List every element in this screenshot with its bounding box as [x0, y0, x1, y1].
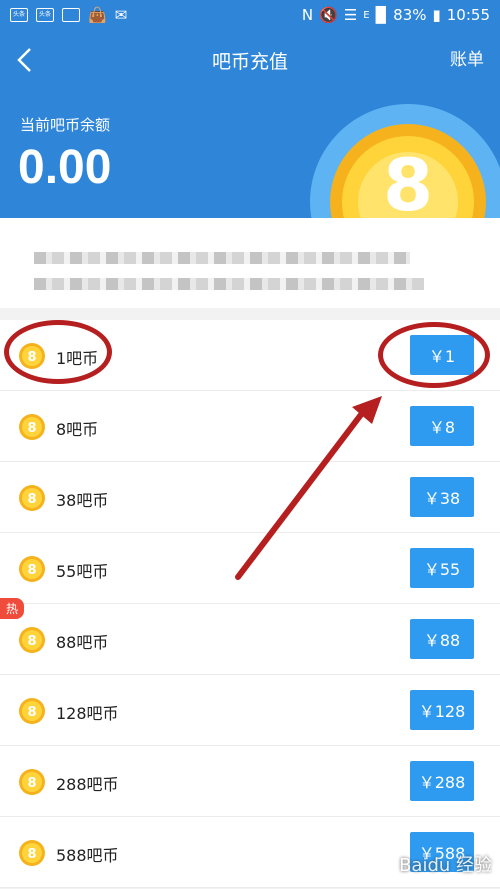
status-bar: 头条 头条 👜 ✉ N 🔇 ☰ E ▉ 83% ▮ 10:55 [0, 0, 500, 30]
annotation-circle [4, 320, 112, 384]
coin-icon: 8 [19, 414, 45, 440]
coin-icon: 8 [19, 556, 45, 582]
blurred-text [34, 278, 424, 290]
package-list: 8 1吧币 ￥1 8 8吧币 ￥8 8 38吧币 ￥38 8 55吧币 ￥55 热 8 88吧币 ￥88 8 12… [0, 320, 500, 888]
list-item: 8 128吧币 ￥128 [0, 675, 500, 746]
coin-icon: 8 [19, 840, 45, 866]
package-label: 38吧币 [56, 491, 109, 510]
image-notification-icon [62, 8, 80, 22]
app-header: 吧币充值 账单 [0, 30, 500, 90]
baidu-watermark: Baidu 经验 [399, 855, 492, 876]
battery-icon: ▮ [432, 6, 441, 24]
price-button[interactable]: ￥38 [410, 477, 474, 517]
svg-text:8: 8 [27, 705, 36, 720]
blurred-text [34, 252, 410, 264]
balance-label: 当前吧币余额 [20, 116, 111, 134]
price-button[interactable]: ￥128 [410, 690, 474, 730]
price-button[interactable]: ￥8 [410, 406, 474, 446]
list-item: 8 55吧币 ￥55 [0, 533, 500, 604]
svg-text:8: 8 [27, 563, 36, 578]
coin-8-icon: 8 [310, 104, 500, 218]
package-label: 128吧币 [56, 704, 119, 723]
balance-value: 0.00 [18, 141, 112, 194]
list-item: 8 38吧币 ￥38 [0, 462, 500, 533]
svg-text:8: 8 [383, 143, 433, 218]
annotation-circle [378, 322, 490, 388]
nfc-icon: N [301, 6, 314, 24]
bill-button[interactable]: 账单 [450, 45, 484, 70]
coin-icon: 8 [19, 485, 45, 511]
coin-icon: 8 [19, 627, 45, 653]
battery-percent: 83% [393, 6, 427, 24]
toutiao-notification-icon: 头条 [36, 8, 54, 22]
coin-icon: 8 [19, 769, 45, 795]
package-label: 55吧币 [56, 562, 109, 581]
package-label: 88吧币 [56, 633, 109, 652]
package-label: 288吧币 [56, 775, 119, 794]
mute-icon: 🔇 [319, 6, 338, 24]
coin-icon: 8 [19, 698, 45, 724]
package-label: 8吧币 [56, 420, 99, 439]
svg-text:8: 8 [27, 634, 36, 649]
price-button[interactable]: ￥55 [410, 548, 474, 588]
price-button[interactable]: ￥288 [410, 761, 474, 801]
bag-notification-icon: 👜 [88, 6, 107, 24]
mail-notification-icon: ✉ [114, 6, 128, 24]
hot-tag: 热 [0, 598, 25, 619]
list-item: 8 288吧币 ￥288 [0, 746, 500, 817]
price-button[interactable]: ￥88 [410, 619, 474, 659]
clock: 10:55 [446, 6, 490, 24]
notice-area [0, 218, 500, 308]
wifi-icon: ☰ [343, 6, 358, 24]
network-type: E [363, 9, 370, 21]
svg-text:8: 8 [27, 492, 36, 507]
svg-text:8: 8 [27, 847, 36, 862]
package-label: 588吧币 [56, 846, 119, 865]
svg-text:8: 8 [27, 421, 36, 436]
page-title: 吧币充值 [211, 51, 288, 73]
svg-text:8: 8 [27, 776, 36, 791]
list-item: 热 8 88吧币 ￥88 [0, 598, 500, 675]
signal-icon: ▉ [375, 6, 388, 24]
balance-banner: 当前吧币余额 0.00 8 [0, 90, 500, 218]
toutiao-notification-icon: 头条 [10, 8, 28, 22]
list-item: 8 8吧币 ￥8 [0, 391, 500, 462]
